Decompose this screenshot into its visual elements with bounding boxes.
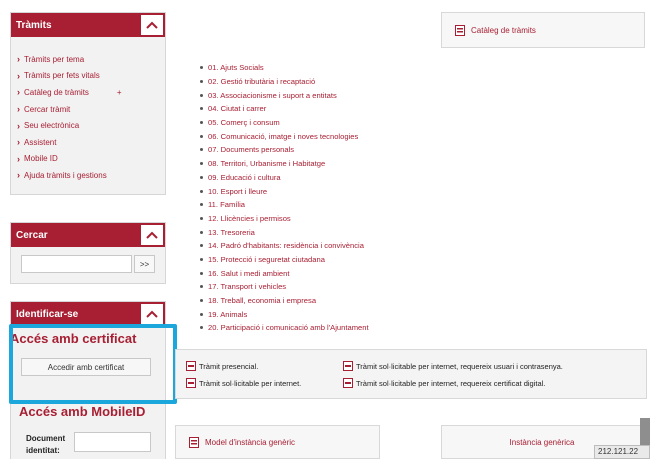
search-submit-button[interactable]: >> [134, 255, 155, 273]
internet-icon [186, 378, 196, 388]
sidebar-item-fets-vitals[interactable]: › Tràmits per fets vitals [17, 68, 165, 85]
sidebar-item-tramits-per-tema[interactable]: › Tràmits per tema [17, 51, 165, 68]
topic-item[interactable]: 15. Protecció i seguretat ciutadana [200, 253, 369, 267]
sidebar-item-seu-electronica[interactable]: › Seu electrònica [17, 117, 165, 134]
bullet-icon [200, 312, 203, 316]
bullet-icon [200, 134, 203, 138]
topic-item[interactable]: 14. Padró d'habitants: residència i conv… [200, 239, 369, 253]
expand-icon[interactable]: + [117, 88, 122, 97]
topic-item[interactable]: 06. Comunicació, imatge i noves tecnolog… [200, 129, 369, 143]
tramits-panel: Tràmits › Tràmits per tema › Tràmits per f… [10, 12, 166, 195]
bullet-icon [200, 189, 203, 193]
legend-presencial: Tràmit presencial. [186, 361, 258, 371]
topic-item[interactable]: 11. Família [200, 198, 369, 212]
chevron-right-icon: › [17, 137, 20, 148]
topic-item[interactable]: 07. Documents personals [200, 143, 369, 157]
tramits-menu: › Tràmits per tema › Tràmits per fets vita… [11, 37, 165, 184]
topic-item[interactable]: 13. Tresoreria [200, 225, 369, 239]
bullet-icon [200, 148, 203, 152]
sidebar-item-mobile-id[interactable]: › Mobile ID [17, 151, 165, 168]
identificar-panel-header: Identificar-se [11, 302, 165, 326]
mobileid-access-heading: Accés amb MobileID [19, 404, 146, 419]
bullet-icon [200, 299, 203, 303]
topic-item[interactable]: 18. Treball, economia i empresa [200, 294, 369, 308]
document-identity-field[interactable] [74, 432, 151, 452]
bullet-icon [200, 271, 203, 275]
generic-instance-label[interactable]: Instància genèrica [510, 438, 575, 447]
bullet-icon [200, 257, 203, 261]
chevron-up-icon [146, 21, 158, 29]
topic-list: 01. Ajuts Socials 02. Gestió tributària … [200, 61, 369, 335]
pdf-icon [189, 436, 199, 448]
user-password-icon [343, 361, 353, 371]
cercar-panel: Cercar >> [10, 222, 166, 284]
collapse-toggle-button[interactable] [141, 304, 163, 324]
bullet-icon [200, 121, 203, 125]
topic-item[interactable]: 09. Educació i cultura [200, 171, 369, 185]
identificar-panel-title: Identificar-se [16, 308, 79, 320]
topic-item[interactable]: 05. Comerç i consum [200, 116, 369, 130]
topic-item[interactable]: 01. Ajuts Socials [200, 61, 369, 75]
topic-item[interactable]: 20. Participació i comunicació amb l'Aju… [200, 321, 369, 335]
topic-item[interactable]: 12. Llicències i permisos [200, 212, 369, 226]
bullet-icon [200, 244, 203, 248]
pdf-icon [455, 24, 465, 36]
highlight-frame [9, 324, 177, 404]
scrollbar-thumb[interactable] [640, 418, 650, 446]
bullet-icon [200, 230, 203, 234]
tramits-panel-title: Tràmits [16, 19, 52, 31]
bullet-icon [200, 80, 203, 84]
chevron-right-icon: › [17, 104, 20, 115]
topic-item[interactable]: 02. Gestió tributària i recaptació [200, 75, 369, 89]
collapse-toggle-button[interactable] [141, 15, 163, 35]
chevron-right-icon: › [17, 120, 20, 131]
chevron-right-icon: › [17, 87, 20, 98]
catalog-link-label[interactable]: Catàleg de tràmits [471, 26, 536, 35]
bullet-icon [200, 326, 203, 330]
model-instance-label[interactable]: Model d'instància genèric [205, 438, 295, 447]
tramits-panel-header: Tràmits [11, 13, 165, 37]
chevron-right-icon: › [17, 54, 20, 65]
bullet-icon [200, 175, 203, 179]
legend-internet: Tràmit sol·licitable per internet. [186, 378, 301, 388]
chevron-right-icon: › [17, 70, 20, 81]
sidebar-item-assistent[interactable]: › Assistent [17, 134, 165, 151]
topic-item[interactable]: 17. Transport i vehicles [200, 280, 369, 294]
bullet-icon [200, 162, 203, 166]
bullet-icon [200, 66, 203, 70]
bullet-icon [200, 107, 203, 111]
topic-item[interactable]: 08. Territori, Urbanisme i Habitatge [200, 157, 369, 171]
chevron-up-icon [146, 231, 158, 239]
sidebar-item-cataleg[interactable]: › Catàleg de tràmits + [17, 84, 165, 101]
cercar-panel-header: Cercar [11, 223, 165, 247]
topic-item[interactable]: 19. Animals [200, 307, 369, 321]
sidebar-item-cercar-tramit[interactable]: › Cercar tràmit [17, 101, 165, 118]
bullet-icon [200, 285, 203, 289]
presencial-icon [186, 361, 196, 371]
bullet-icon [200, 216, 203, 220]
topic-item[interactable]: 04. Ciutat i carrer [200, 102, 369, 116]
chevron-right-icon: › [17, 170, 20, 181]
legend-box: Tràmit presencial. Tràmit sol·licitable … [175, 349, 647, 399]
legend-user-password: Tràmit sol·licitable per internet, reque… [343, 361, 563, 371]
search-input[interactable] [21, 255, 132, 273]
chevron-up-icon [146, 310, 158, 318]
document-identity-label: Document identitat: [26, 434, 66, 455]
topic-item[interactable]: 10. Esport i lleure [200, 184, 369, 198]
search-row: >> [11, 247, 165, 273]
certificate-icon [343, 378, 353, 388]
topic-item[interactable]: 03. Associacionisme i suport a entitats [200, 88, 369, 102]
model-instance-link[interactable]: Model d'instància genèric [175, 425, 380, 459]
topic-item[interactable]: 16. Salut i medi ambient [200, 266, 369, 280]
catalog-link[interactable]: Catàleg de tràmits [441, 12, 645, 48]
sidebar-item-ajuda[interactable]: › Ajuda tràmits i gestions [17, 167, 165, 184]
collapse-toggle-button[interactable] [141, 225, 163, 245]
bullet-icon [200, 93, 203, 97]
cercar-panel-title: Cercar [16, 229, 48, 241]
legend-certificate: Tràmit sol·licitable per internet, reque… [343, 378, 545, 388]
bullet-icon [200, 203, 203, 207]
ip-address-badge: 212.121.22 [594, 445, 650, 459]
chevron-right-icon: › [17, 153, 20, 164]
